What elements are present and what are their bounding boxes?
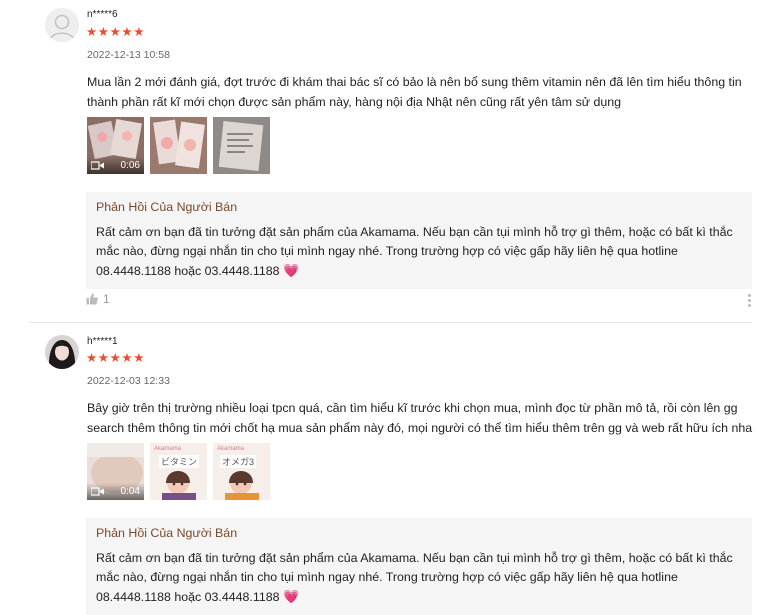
rating-stars: ★★★★★ bbox=[86, 351, 146, 365]
avatar[interactable] bbox=[45, 335, 79, 369]
review-media: 0:04 Akamama ビタミン Akamama オメガ3 bbox=[87, 443, 270, 500]
review-image-thumbnail[interactable]: Akamama ビタミン bbox=[150, 443, 207, 500]
seller-reply-text: Rất cảm ơn bạn đã tin tưởng đặt sản phẩm… bbox=[96, 549, 742, 607]
review-video-thumbnail[interactable]: 0:04 bbox=[87, 443, 144, 500]
seller-reply-body: Rất cảm ơn bạn đã tin tưởng đặt sản phẩm… bbox=[96, 551, 733, 604]
video-duration: 0:04 bbox=[120, 485, 140, 497]
reviewer-username: h*****1 bbox=[87, 336, 118, 347]
seller-reply-title: Phản Hồi Của Người Bán bbox=[96, 526, 238, 540]
seller-reply: Phản Hồi Của Người Bán Rất cảm ơn bạn đã… bbox=[86, 518, 752, 615]
review-text: Bây giờ trên thị trường nhiều loại tpcn … bbox=[87, 401, 753, 435]
heart-icon: 💗 bbox=[282, 589, 300, 604]
user-avatar-icon bbox=[45, 335, 79, 369]
review-item: h*****1 ★★★★★ 2022-12-03 12:33 Bây giờ t… bbox=[0, 0, 780, 615]
review-image-thumbnail[interactable]: Akamama オメガ3 bbox=[213, 443, 270, 500]
review-date: 2022-12-03 12:33 bbox=[87, 375, 170, 387]
video-camera-icon bbox=[91, 486, 104, 496]
